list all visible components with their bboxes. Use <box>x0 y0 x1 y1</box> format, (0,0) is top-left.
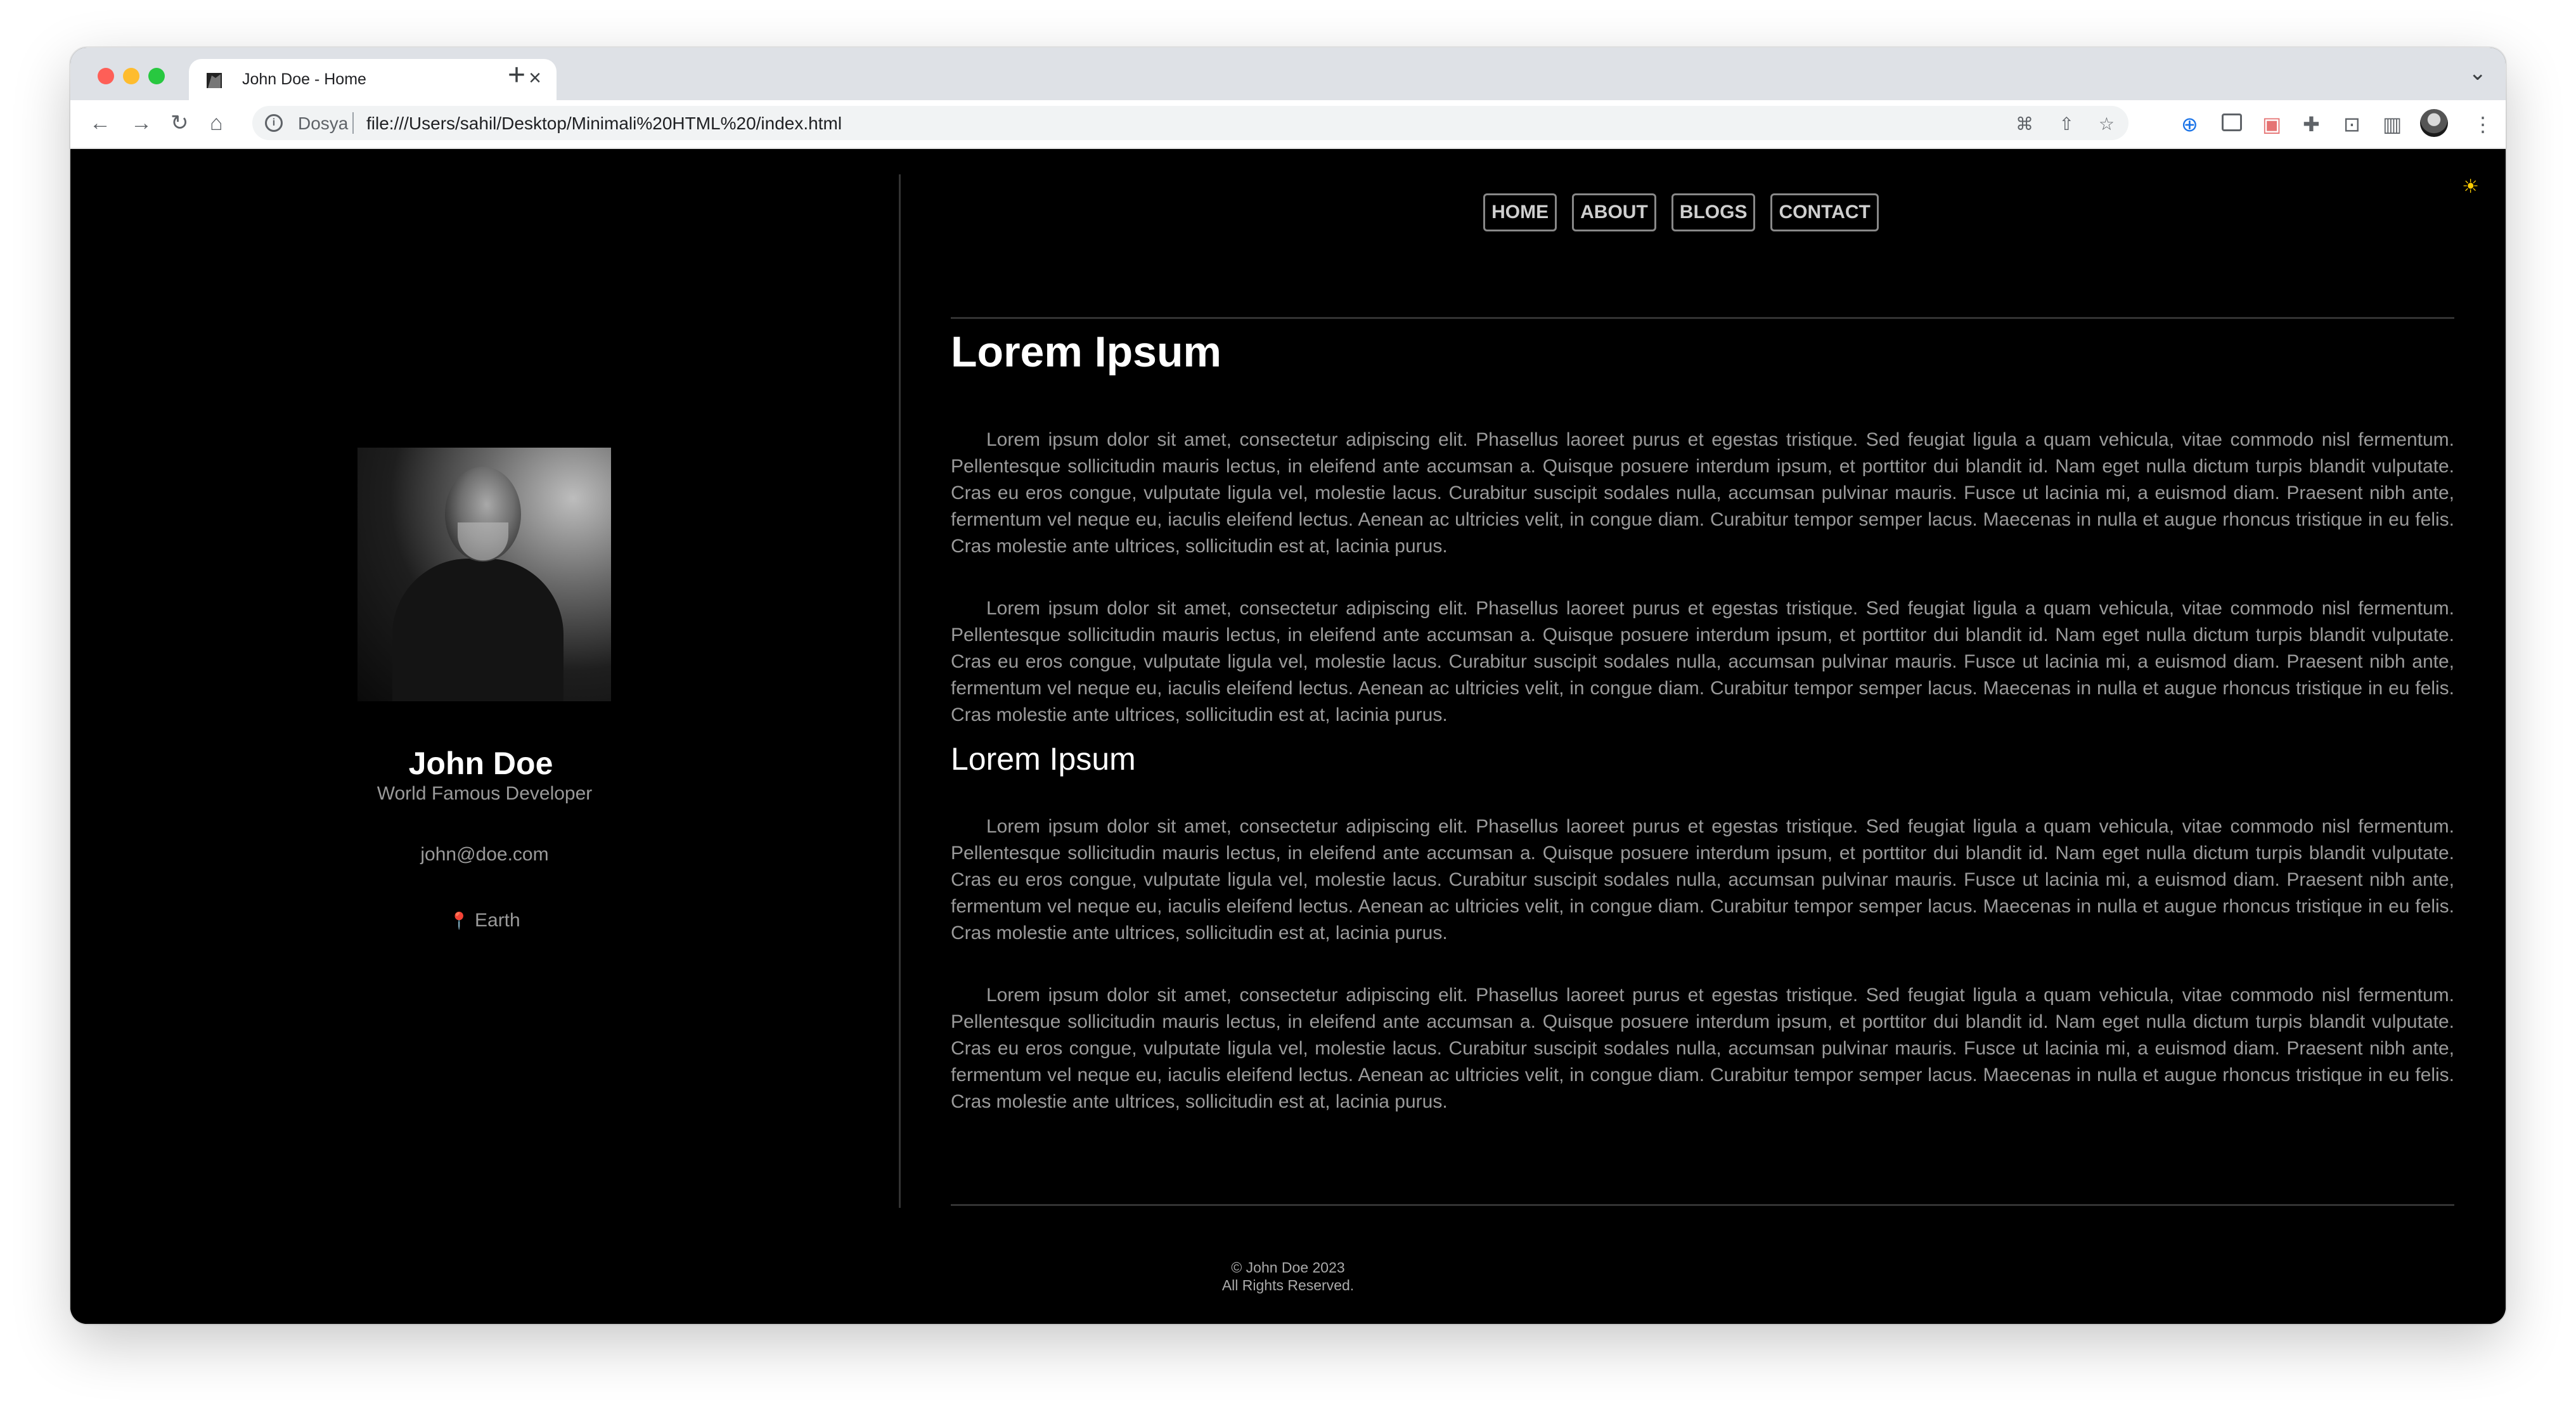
reload-icon[interactable]: ↻ <box>171 109 189 137</box>
new-tab-button[interactable]: + <box>508 58 525 93</box>
browser-toolbar: ← → ↻ ⌂ i Dosya file:///Users/sahil/Desk… <box>70 100 2506 149</box>
nav-about-button[interactable]: ABOUT <box>1572 193 1656 231</box>
page-viewport: ☀ John Doe World Famous Developer john@d… <box>70 149 2506 1324</box>
footer-rights: All Rights Reserved. <box>1221 1277 1355 1293</box>
share-icon[interactable]: ⇧ <box>2059 113 2074 134</box>
translate-icon[interactable]: ⌘ <box>2016 113 2033 134</box>
location-text: Earth <box>475 910 520 931</box>
profile-name-text: John Doe <box>408 746 553 781</box>
paragraph: Lorem ipsum dolor sit amet, consectetur … <box>951 816 2454 943</box>
minimize-window-button[interactable] <box>123 68 139 84</box>
paragraph: Lorem ipsum dolor sit amet, consectetur … <box>951 429 2454 557</box>
map-pin-icon: 📍 <box>449 911 470 930</box>
maximize-window-button[interactable] <box>148 68 165 84</box>
profile-title: World Famous Developer <box>377 783 593 804</box>
address-bar[interactable]: i Dosya file:///Users/sahil/Desktop/Mini… <box>252 106 2128 140</box>
tab-search-chevron-icon[interactable]: ⌄ <box>2469 60 2487 86</box>
browser-window: John Doe - Home × + ⌄ ← → ↻ ⌂ i Dosya fi… <box>70 48 2506 1324</box>
profile-location: 📍 Earth <box>70 910 899 931</box>
profile-email[interactable]: john@doe.com <box>70 844 899 865</box>
footer-copyright: © John Doe 2023 <box>1231 1259 1345 1276</box>
back-arrow-icon[interactable]: ← <box>89 109 111 137</box>
tab-bar: John Doe - Home × + ⌄ <box>70 48 2506 100</box>
browser-tab[interactable]: John Doe - Home × <box>189 59 557 100</box>
url-text[interactable]: file:///Users/sahil/Desktop/Minimali%20H… <box>366 113 842 134</box>
sun-icon[interactable]: ☀ <box>2462 176 2479 198</box>
nav-contact-button[interactable]: CONTACT <box>1770 193 1879 231</box>
site-favicon-icon <box>207 73 222 88</box>
url-divider <box>352 112 354 134</box>
profile-name: John Doe <box>70 745 899 782</box>
picture-in-picture-icon[interactable] <box>2222 112 2242 137</box>
profile-avatar-icon[interactable] <box>2420 109 2448 137</box>
cast-icon[interactable]: ⊡ <box>2343 112 2360 137</box>
home-icon[interactable]: ⌂ <box>210 109 223 137</box>
forward-arrow-icon[interactable]: → <box>131 109 152 137</box>
main-nav: HOME ABOUT BLOGS CONTACT <box>929 193 2433 231</box>
paragraph: Lorem ipsum dolor sit amet, consectetur … <box>951 985 2454 1112</box>
tab-title: John Doe - Home <box>242 70 366 88</box>
site-label: Dosya <box>298 113 349 133</box>
nav-home-button[interactable]: HOME <box>1483 193 1557 231</box>
page-footer: © John Doe 2023 All Rights Reserved. <box>70 1259 2506 1294</box>
profile-photo <box>357 448 611 701</box>
top-divider <box>951 317 2454 319</box>
extension-icon[interactable]: ▣ <box>2262 112 2281 137</box>
side-panel-icon[interactable]: ▥ <box>2383 112 2402 137</box>
bottom-divider <box>951 1204 2454 1206</box>
close-window-button[interactable] <box>98 68 114 84</box>
close-tab-icon[interactable]: × <box>522 65 548 91</box>
site-info-icon[interactable]: i <box>265 114 283 132</box>
menu-kebab-icon[interactable]: ⋮ <box>2473 112 2493 137</box>
bookmark-star-icon[interactable]: ☆ <box>2099 113 2115 134</box>
translate-extension-icon[interactable]: ⊕ <box>2181 112 2198 137</box>
page-title: Lorem Ipsum <box>951 328 1221 376</box>
profile-sidebar: John Doe World Famous Developer john@doe… <box>70 149 899 1324</box>
nav-blogs-button[interactable]: BLOGS <box>1671 193 1756 231</box>
extensions-puzzle-icon[interactable]: ✚ <box>2303 112 2320 137</box>
sidebar-divider <box>899 174 901 1208</box>
section-heading: Lorem Ipsum <box>951 741 1136 777</box>
photo-person-body <box>392 559 564 701</box>
paragraph: Lorem ipsum dolor sit amet, consectetur … <box>951 598 2454 725</box>
main-content: Lorem Ipsum Lorem ipsum dolor sit amet, … <box>951 327 2454 1115</box>
